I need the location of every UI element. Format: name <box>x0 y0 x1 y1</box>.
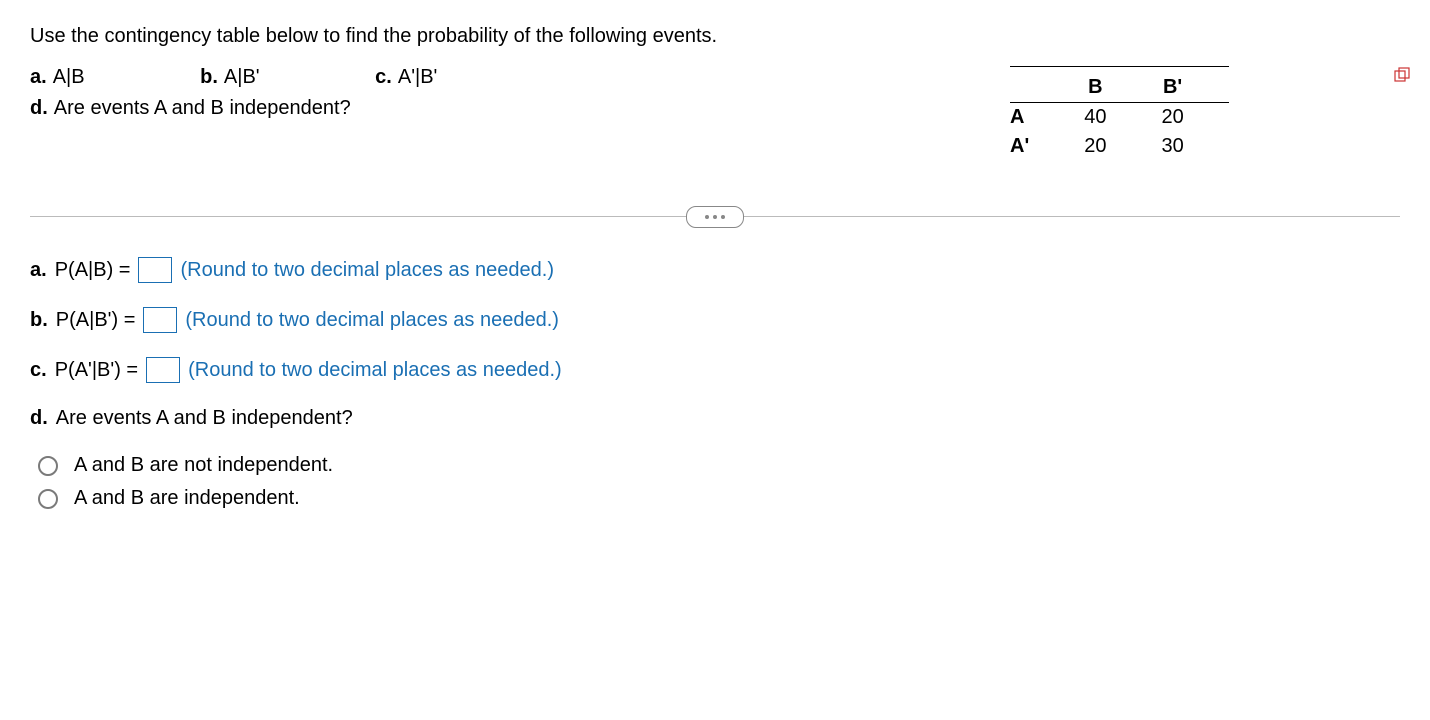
answer-c-hint: (Round to two decimal places as needed.) <box>188 359 562 382</box>
part-b: b. A|B' <box>200 66 259 89</box>
expand-button[interactable] <box>686 206 744 228</box>
part-c-label: c. <box>375 66 392 88</box>
answer-b-hint: (Round to two decimal places as needed.) <box>185 309 559 332</box>
answer-b-input[interactable] <box>143 307 177 333</box>
option-independent-row[interactable]: A and B are independent. <box>38 487 1400 510</box>
popout-icon[interactable] <box>1394 66 1412 82</box>
answer-c-row: c. P(A'|B') = (Round to two decimal plac… <box>30 357 1400 383</box>
answer-a-hint: (Round to two decimal places as needed.) <box>180 259 554 282</box>
answer-b-label: b. <box>30 309 48 332</box>
radio-not-independent[interactable] <box>38 456 58 476</box>
part-d-label: d. <box>30 97 48 119</box>
section-divider <box>30 216 1400 217</box>
row-header-Aprime: A' <box>1010 132 1074 161</box>
answer-c-input[interactable] <box>146 357 180 383</box>
row-header-A: A <box>1010 103 1074 133</box>
contingency-table: B B' A 40 20 A' 20 30 <box>1010 66 1229 161</box>
answer-a-label: a. <box>30 259 47 282</box>
col-header-B: B <box>1074 73 1151 103</box>
part-b-label: b. <box>200 66 218 88</box>
part-c: c. A'|B' <box>375 66 437 89</box>
cell-A-Bprime: 20 <box>1151 103 1228 133</box>
cell-Aprime-Bprime: 30 <box>1151 132 1228 161</box>
option-independent-label: A and B are independent. <box>74 487 300 510</box>
cell-A-B: 40 <box>1074 103 1151 133</box>
answer-b-row: b. P(A|B') = (Round to two decimal place… <box>30 307 1400 333</box>
contingency-table-wrap: B B' A 40 20 A' 20 30 <box>1010 66 1400 161</box>
radio-independent[interactable] <box>38 489 58 509</box>
part-c-text: A'|B' <box>398 66 438 88</box>
answer-d-text: Are events A and B independent? <box>56 407 353 430</box>
question-parts: a. A|B b. A|B' c. A'|B' d. Are events A and … <box>30 66 1010 120</box>
part-d: d. Are events A and B independent? <box>30 97 1010 120</box>
answer-c-expr: P(A'|B') = <box>55 359 138 382</box>
answer-c-label: c. <box>30 359 47 382</box>
answer-a-expr: P(A|B) = <box>55 259 131 282</box>
answer-d-label: d. <box>30 407 48 430</box>
question-intro: Use the contingency table below to find … <box>30 25 1400 48</box>
part-b-text: A|B' <box>224 66 260 88</box>
answer-a-row: a. P(A|B) = (Round to two decimal places… <box>30 257 1400 283</box>
cell-Aprime-B: 20 <box>1074 132 1151 161</box>
option-not-independent-row[interactable]: A and B are not independent. <box>38 454 1400 477</box>
answer-d-row: d. Are events A and B independent? <box>30 407 1400 430</box>
part-a-text: A|B <box>53 66 85 88</box>
option-not-independent-label: A and B are not independent. <box>74 454 333 477</box>
answer-a-input[interactable] <box>138 257 172 283</box>
answer-b-expr: P(A|B') = <box>56 309 136 332</box>
part-a: a. A|B <box>30 66 85 89</box>
col-header-Bprime: B' <box>1151 73 1228 103</box>
part-d-text: Are events A and B independent? <box>54 97 351 119</box>
part-a-label: a. <box>30 66 47 88</box>
